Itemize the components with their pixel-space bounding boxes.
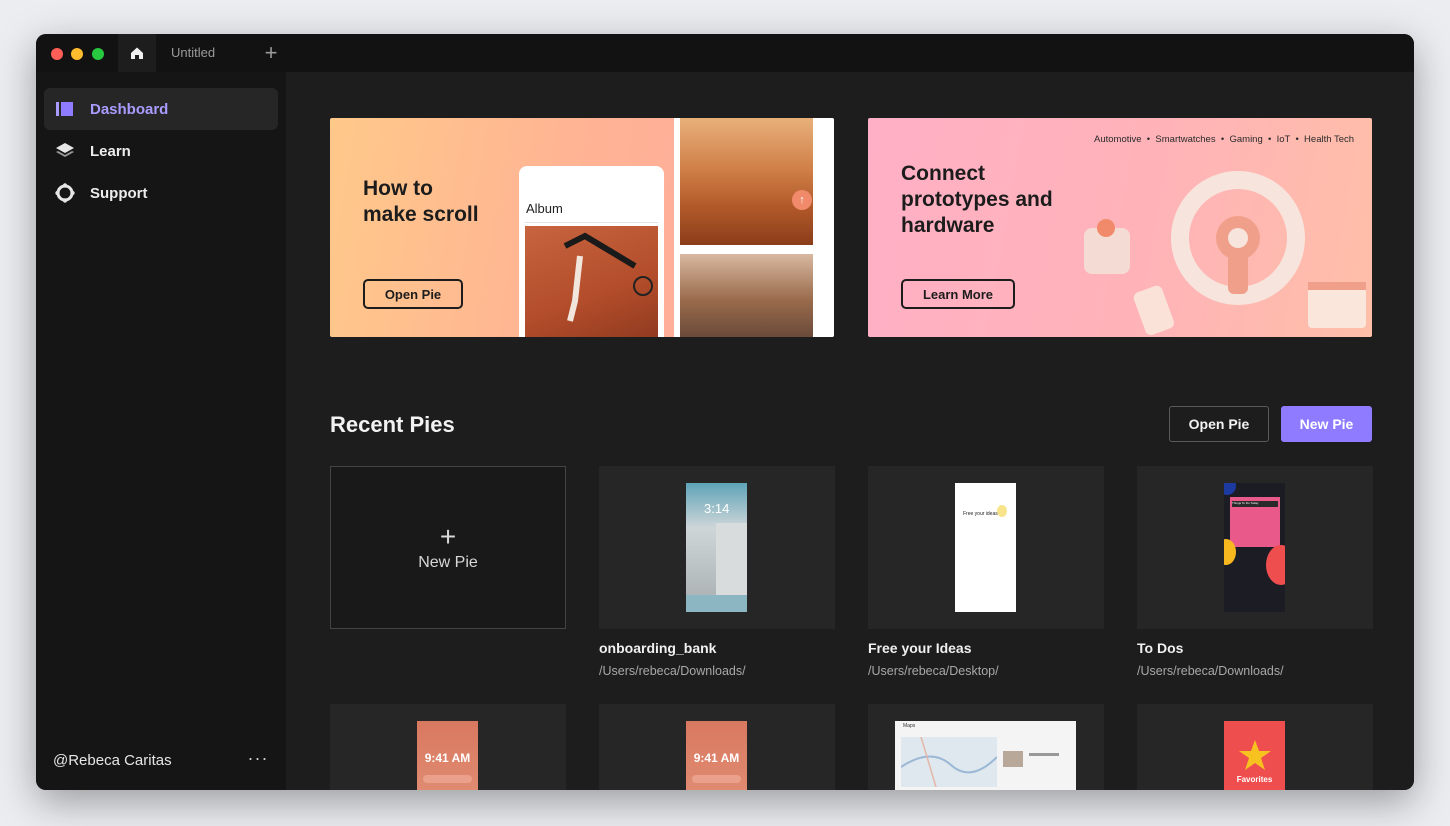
hands-photo — [680, 254, 813, 337]
star-icon — [1239, 740, 1271, 770]
dashboard-icon — [55, 99, 75, 119]
banner-scroll-tutorial[interactable]: How to make scroll Open Pie Album ↑ — [330, 118, 834, 337]
plus-icon: + — [439, 520, 457, 552]
thumbnail-time: 3:14 — [704, 501, 730, 516]
thumbnail-text: Things To Do Today — [1232, 501, 1278, 507]
thumbnail-text: Favorites — [1236, 775, 1273, 784]
thumbnail-time: 9:41 AM — [424, 751, 471, 765]
banner-hardware[interactable]: Automotive • Smartwatches • Gaming • IoT… — [868, 118, 1372, 337]
thumbnail-time: 9:41 AM — [693, 751, 740, 765]
thumbnail-text: Maps — [903, 723, 916, 729]
lifebuoy-icon — [55, 183, 75, 203]
tab-untitled[interactable]: Untitled — [171, 45, 215, 60]
minimize-window-button[interactable] — [71, 48, 83, 60]
pie-thumbnail: Things To Do Today — [1224, 483, 1285, 612]
pie-path: /Users/rebeca/Desktop/ — [868, 664, 999, 678]
banner-title: How to make scroll — [363, 177, 479, 226]
pie-thumbnail: 9:41 AM — [686, 721, 747, 790]
layers-icon — [55, 141, 75, 161]
pie-thumbnail: Favorites — [1224, 721, 1285, 790]
pie-card[interactable]: Favorites — [1137, 704, 1373, 790]
learn-more-button[interactable]: Learn More — [901, 279, 1015, 309]
user-name[interactable]: @Rebeca Caritas — [53, 752, 172, 769]
pie-thumbnail: Free your ideas — [955, 483, 1016, 612]
recent-pies-title: Recent Pies — [330, 412, 455, 437]
pie-card[interactable]: 9:41 AM — [330, 704, 566, 790]
pie-path: /Users/rebeca/Downloads/ — [1137, 664, 1284, 678]
pie-card-onboarding-bank[interactable]: 3:14 — [599, 466, 835, 629]
close-window-button[interactable] — [51, 48, 63, 60]
title-bar: Untitled + — [36, 34, 1414, 72]
pie-card-to-dos[interactable]: Things To Do Today — [1137, 466, 1373, 629]
new-pie-button[interactable]: New Pie — [1281, 406, 1372, 442]
home-icon — [131, 47, 143, 59]
sidebar-item-label: Learn — [90, 142, 131, 160]
pie-path: /Users/rebeca/Downloads/ — [599, 664, 746, 678]
phone-mockup: Album — [519, 166, 664, 337]
tab-home[interactable] — [118, 34, 156, 72]
pie-card[interactable]: 9:41 AM — [599, 704, 835, 790]
sidebar-item-learn[interactable]: Learn — [44, 130, 278, 172]
photo-column: ↑ — [674, 118, 834, 337]
sidebar: Dashboard Learn Support @Rebeca Caritas … — [36, 72, 286, 790]
zoom-window-button[interactable] — [92, 48, 104, 60]
pie-name[interactable]: To Dos — [1137, 640, 1183, 656]
thumbnail-text: Free your ideas — [963, 511, 998, 517]
main-content: How to make scroll Open Pie Album ↑ Auto… — [286, 72, 1414, 790]
scroll-up-icon: ↑ — [792, 190, 812, 210]
sidebar-item-dashboard[interactable]: Dashboard — [44, 88, 278, 130]
banner-title: Connect prototypes and hardware — [901, 162, 1053, 237]
album-label: Album — [526, 201, 563, 216]
tennis-photo — [525, 226, 658, 337]
pie-thumbnail: 3:14 — [686, 483, 747, 612]
new-pie-card[interactable]: + New Pie — [330, 466, 566, 629]
sidebar-item-support[interactable]: Support — [44, 172, 278, 214]
add-tab-icon[interactable]: + — [261, 40, 281, 66]
pie-thumbnail: 9:41 AM — [417, 721, 478, 790]
pie-name[interactable]: onboarding_bank — [599, 640, 716, 656]
sidebar-item-label: Dashboard — [90, 100, 169, 118]
hardware-illustration — [1084, 171, 1366, 335]
banner-tags: Automotive • Smartwatches • Gaming • IoT… — [1094, 134, 1355, 145]
new-pie-card-label: New Pie — [418, 553, 478, 571]
sidebar-item-label: Support — [90, 184, 148, 202]
pie-thumbnail: Maps — [895, 721, 1076, 790]
pie-card-free-your-ideas[interactable]: Free your ideas — [868, 466, 1104, 629]
more-options-icon[interactable]: ··· — [246, 748, 270, 770]
open-pie-button[interactable]: Open Pie — [1169, 406, 1269, 442]
pie-card[interactable]: Maps — [868, 704, 1104, 790]
pie-name[interactable]: Free your Ideas — [868, 640, 972, 656]
desert-photo: ↑ — [680, 118, 813, 245]
open-pie-banner-button[interactable]: Open Pie — [363, 279, 463, 309]
app-window: Untitled + Dashboard Learn Support @Rebe… — [36, 34, 1414, 790]
